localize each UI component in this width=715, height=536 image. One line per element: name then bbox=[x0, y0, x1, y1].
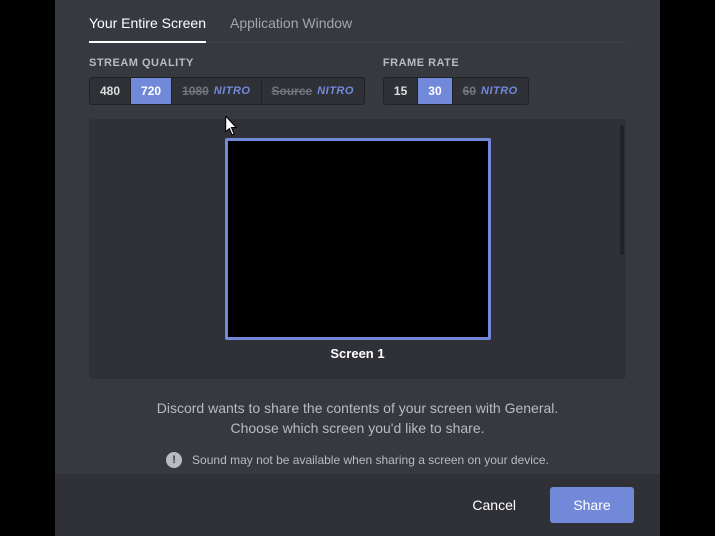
frame-rate-title: FRAME RATE bbox=[383, 57, 529, 69]
share-button[interactable]: Share bbox=[550, 487, 634, 523]
screen-share-modal: Your Entire Screen Application Window ST… bbox=[55, 0, 660, 536]
fps-30-button[interactable]: 30 bbox=[418, 78, 452, 104]
nitro-badge-icon: NITRO bbox=[214, 85, 251, 97]
tab-application-window[interactable]: Application Window bbox=[230, 7, 352, 43]
screen-preview-area: Screen 1 bbox=[89, 119, 626, 379]
warning-icon: ! bbox=[166, 452, 182, 468]
nitro-badge-icon: NITRO bbox=[317, 85, 354, 97]
frame-rate-options: 15 30 60 NITRO bbox=[383, 77, 529, 105]
fps-60-button[interactable]: 60 NITRO bbox=[453, 78, 528, 104]
quality-720-button[interactable]: 720 bbox=[131, 78, 172, 104]
screen-1-label: Screen 1 bbox=[330, 346, 384, 361]
sound-warning-text: Sound may not be available when sharing … bbox=[192, 453, 549, 467]
frame-rate-section: FRAME RATE 15 30 60 NITRO bbox=[383, 57, 529, 105]
sound-warning: ! Sound may not be available when sharin… bbox=[89, 452, 626, 468]
stream-quality-title: STREAM QUALITY bbox=[89, 57, 365, 69]
quality-480-button[interactable]: 480 bbox=[90, 78, 131, 104]
quality-source-button[interactable]: Source NITRO bbox=[262, 78, 364, 104]
info-line-1: Discord wants to share the contents of y… bbox=[89, 399, 626, 419]
info-line-2: Choose which screen you'd like to share. bbox=[89, 419, 626, 439]
tab-entire-screen[interactable]: Your Entire Screen bbox=[89, 7, 206, 43]
cancel-button[interactable]: Cancel bbox=[452, 487, 536, 523]
fps-15-button[interactable]: 15 bbox=[384, 78, 418, 104]
nitro-badge-icon: NITRO bbox=[481, 85, 518, 97]
info-text: Discord wants to share the contents of y… bbox=[89, 399, 626, 438]
screen-1-thumbnail bbox=[225, 138, 491, 340]
quality-1080-button[interactable]: 1080 NITRO bbox=[172, 78, 261, 104]
stream-quality-section: STREAM QUALITY 480 720 1080 NITRO Source… bbox=[89, 57, 365, 105]
stream-quality-options: 480 720 1080 NITRO Source NITRO bbox=[89, 77, 365, 105]
modal-footer: Cancel Share bbox=[55, 474, 660, 536]
screen-1-tile[interactable]: Screen 1 bbox=[225, 138, 491, 361]
source-tabs: Your Entire Screen Application Window bbox=[89, 6, 626, 43]
scrollbar-thumb[interactable] bbox=[620, 125, 624, 255]
